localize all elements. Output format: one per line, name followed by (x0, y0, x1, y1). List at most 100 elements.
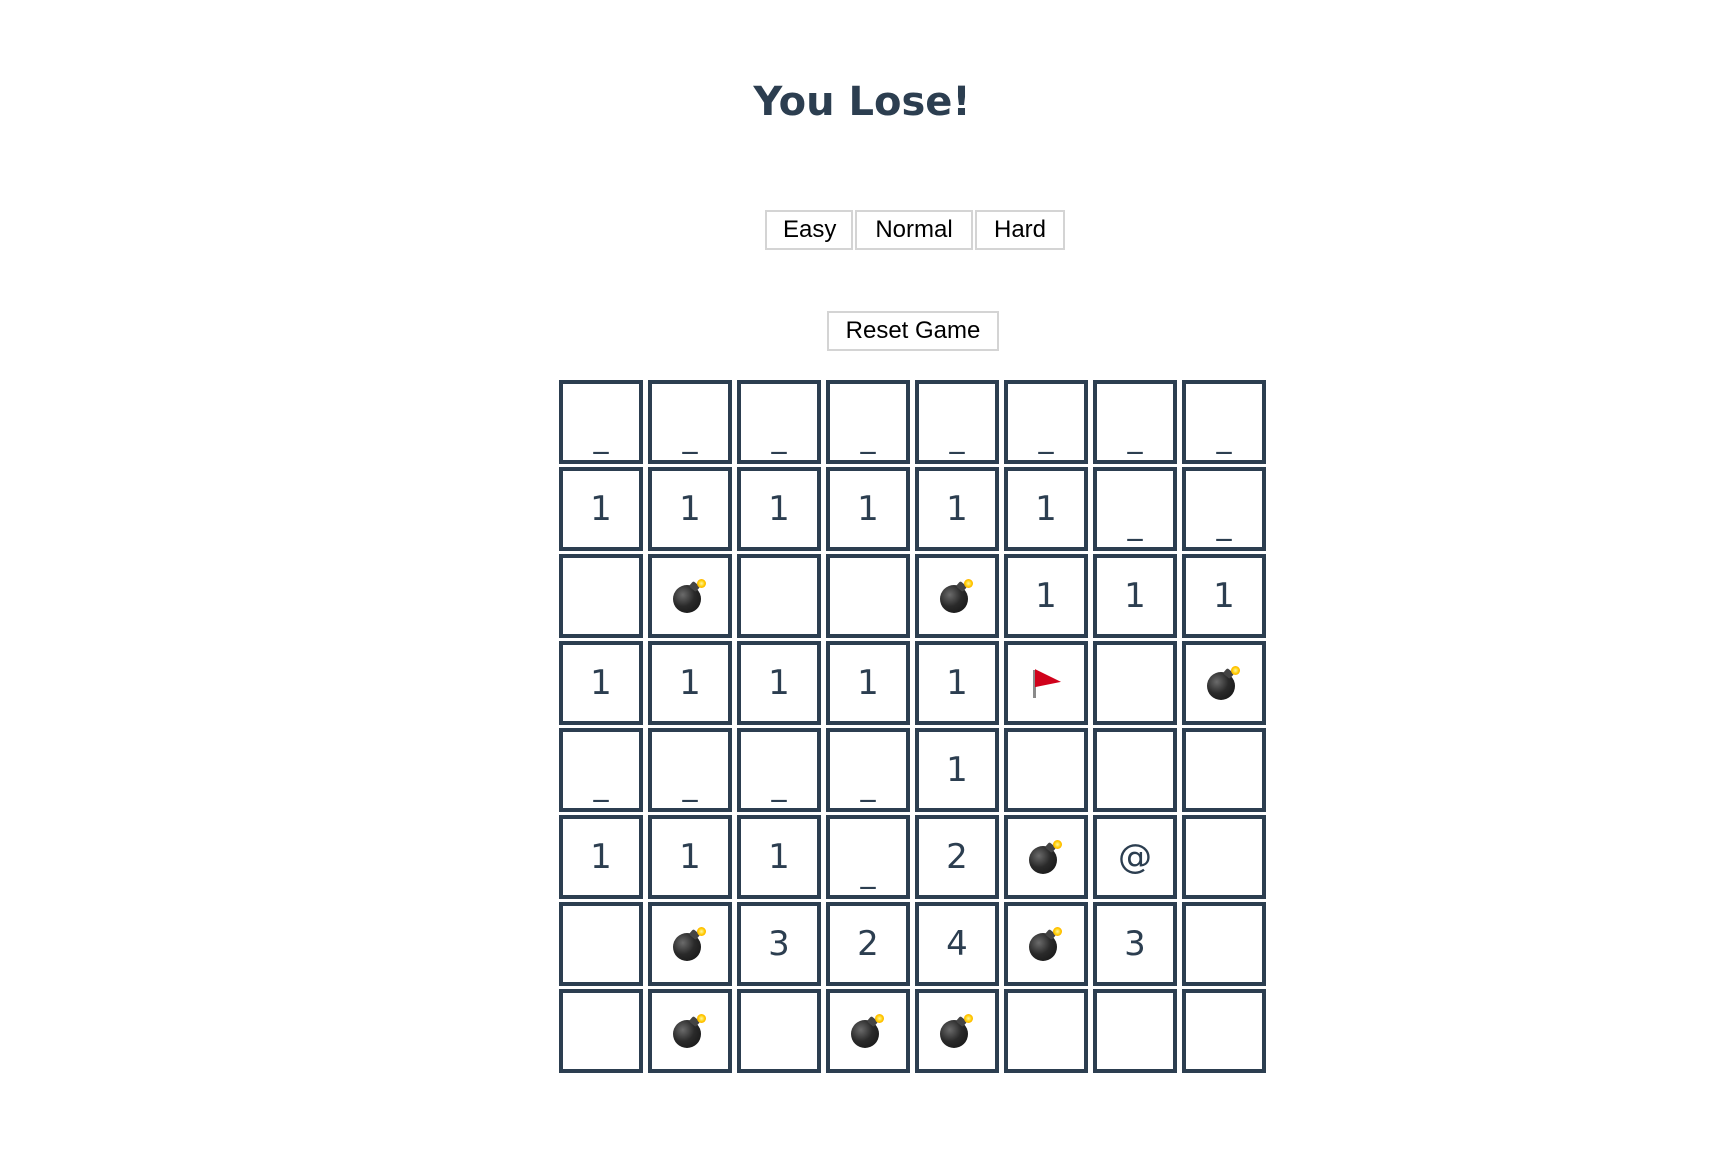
board-cell[interactable] (1093, 989, 1177, 1073)
board-cell[interactable] (915, 989, 999, 1073)
board-cell[interactable]: _ (737, 728, 821, 812)
hidden-cell-mark: _ (1038, 420, 1054, 455)
easy-button[interactable]: Easy (765, 210, 853, 250)
board-cell[interactable]: 1 (648, 467, 732, 551)
board-cell[interactable]: 1 (648, 815, 732, 899)
board-cell[interactable] (1182, 815, 1266, 899)
board-cell[interactable]: _ (648, 728, 732, 812)
adjacent-count: 1 (857, 663, 879, 703)
hidden-cell-mark: _ (860, 855, 876, 890)
board-cell[interactable]: 1 (915, 641, 999, 725)
board-cell[interactable] (737, 989, 821, 1073)
board-cell[interactable] (826, 989, 910, 1073)
adjacent-count: 1 (590, 837, 612, 877)
board-cell[interactable]: 3 (1093, 902, 1177, 986)
hard-button[interactable]: Hard (975, 210, 1065, 250)
adjacent-count: 1 (1124, 576, 1146, 616)
board-cell[interactable]: 3 (737, 902, 821, 986)
board-cell[interactable] (1004, 989, 1088, 1073)
adjacent-count: 1 (768, 837, 790, 877)
board-cell[interactable] (1004, 902, 1088, 986)
hidden-cell-mark: _ (682, 420, 698, 455)
adjacent-count: 1 (857, 489, 879, 529)
adjacent-count: 1 (590, 663, 612, 703)
board-cell[interactable]: _ (648, 380, 732, 464)
board-cell[interactable] (648, 554, 732, 638)
board-cell[interactable] (1182, 728, 1266, 812)
board-cell[interactable] (559, 554, 643, 638)
board-cell[interactable]: _ (1093, 467, 1177, 551)
adjacent-count: 2 (946, 837, 968, 877)
bomb-icon (673, 1014, 707, 1048)
board-cell[interactable]: _ (826, 815, 910, 899)
difficulty-selector: Easy Normal Hard (765, 210, 1065, 250)
board-cell[interactable] (826, 554, 910, 638)
board-cell[interactable] (1182, 902, 1266, 986)
board-cell[interactable] (1004, 815, 1088, 899)
board-cell[interactable]: _ (1182, 380, 1266, 464)
board-cell[interactable]: 1 (826, 467, 910, 551)
hidden-cell-mark: _ (682, 768, 698, 803)
board-cell[interactable]: 1 (559, 815, 643, 899)
board-cell[interactable]: _ (1004, 380, 1088, 464)
board-cell[interactable] (559, 902, 643, 986)
board-cell[interactable]: 1 (737, 641, 821, 725)
hidden-cell-mark: _ (1216, 507, 1232, 542)
normal-button[interactable]: Normal (855, 210, 973, 250)
board-cell[interactable] (1004, 728, 1088, 812)
board-cell[interactable] (1093, 641, 1177, 725)
board-cell[interactable]: 1 (737, 467, 821, 551)
board-cell[interactable]: _ (737, 380, 821, 464)
board-cell[interactable] (648, 902, 732, 986)
board-cell[interactable] (1093, 728, 1177, 812)
board-cell[interactable]: 1 (648, 641, 732, 725)
board-cell[interactable]: _ (1182, 467, 1266, 551)
board-cell[interactable] (648, 989, 732, 1073)
hidden-cell-mark: _ (860, 768, 876, 803)
board-cell[interactable] (1004, 641, 1088, 725)
adjacent-count: 1 (768, 489, 790, 529)
board-cell[interactable]: 2 (826, 902, 910, 986)
board-cell[interactable]: 1 (826, 641, 910, 725)
board-cell[interactable] (559, 989, 643, 1073)
board-cell[interactable]: 4 (915, 902, 999, 986)
adjacent-count: 1 (590, 489, 612, 529)
adjacent-count: 3 (768, 924, 790, 964)
board-cell[interactable] (737, 554, 821, 638)
board-cell[interactable]: 1 (559, 467, 643, 551)
board-cell[interactable]: _ (559, 380, 643, 464)
reset-game-button[interactable]: Reset Game (827, 311, 999, 351)
board-cell[interactable]: 1 (1004, 554, 1088, 638)
adjacent-count: 1 (679, 837, 701, 877)
hidden-cell-mark: _ (949, 420, 965, 455)
adjacent-count: 1 (1035, 576, 1057, 616)
board-cell[interactable]: _ (559, 728, 643, 812)
board-cell[interactable]: 1 (559, 641, 643, 725)
hidden-cell-mark: _ (593, 420, 609, 455)
board-cell[interactable] (1182, 989, 1266, 1073)
adjacent-count: 2 (857, 924, 879, 964)
board-cell[interactable]: _ (1093, 380, 1177, 464)
board-cell[interactable]: 2 (915, 815, 999, 899)
hidden-cell-mark: _ (593, 768, 609, 803)
cursor-marker: @ (1118, 837, 1152, 877)
board-cell[interactable]: _ (915, 380, 999, 464)
board-cell[interactable]: 1 (1093, 554, 1177, 638)
hidden-cell-mark: _ (1127, 507, 1143, 542)
board-cell[interactable]: _ (826, 380, 910, 464)
board-cell[interactable] (915, 554, 999, 638)
board-cell[interactable]: _ (826, 728, 910, 812)
bomb-icon (673, 579, 707, 613)
board-cell[interactable]: 1 (1182, 554, 1266, 638)
adjacent-count: 1 (768, 663, 790, 703)
board-cell[interactable]: 1 (915, 728, 999, 812)
adjacent-count: 3 (1124, 924, 1146, 964)
board-cell[interactable] (1182, 641, 1266, 725)
bomb-icon (1207, 666, 1241, 700)
board-cell[interactable]: 1 (737, 815, 821, 899)
bomb-icon (1029, 927, 1063, 961)
board-cell[interactable]: 1 (915, 467, 999, 551)
board-cell[interactable]: 1 (1004, 467, 1088, 551)
board-cell[interactable]: @ (1093, 815, 1177, 899)
adjacent-count: 1 (679, 489, 701, 529)
